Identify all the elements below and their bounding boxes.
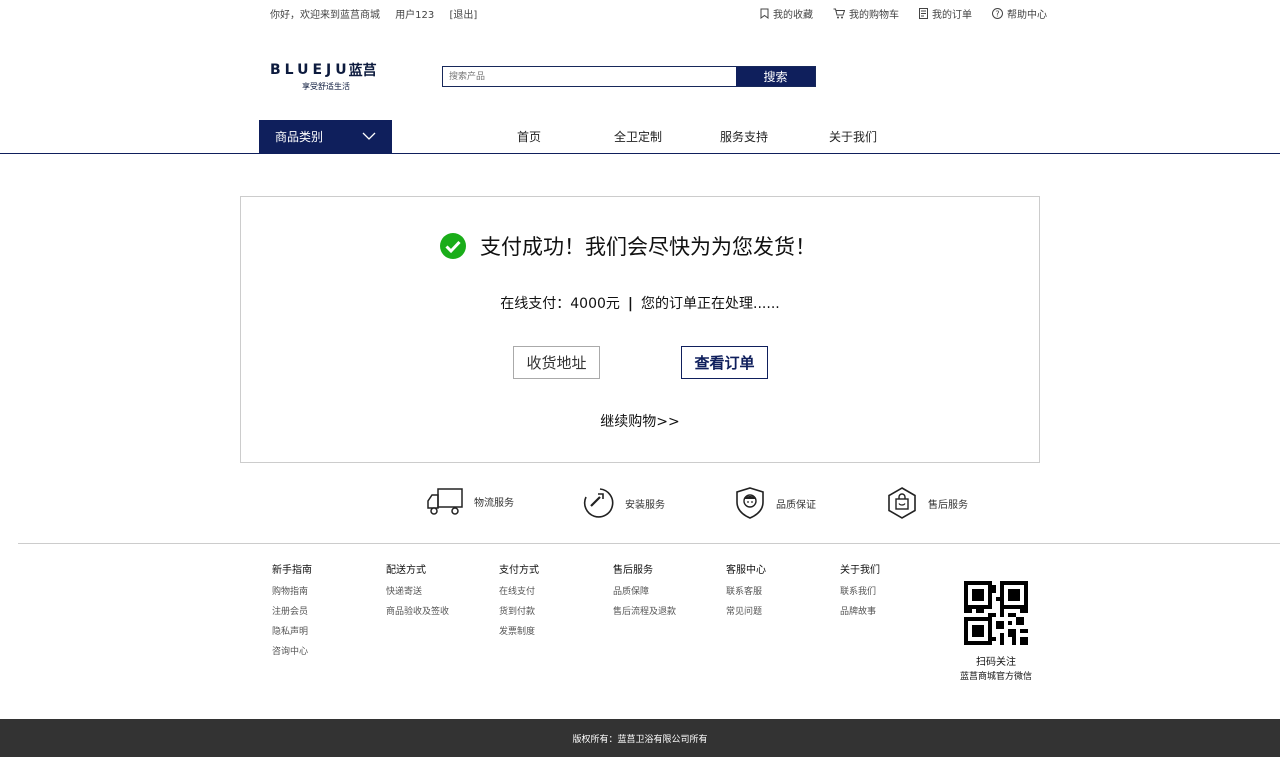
payment-separator: | xyxy=(627,296,634,312)
welcome-text: 你好，欢迎来到蓝莒商城 xyxy=(270,10,380,21)
footer-col-title: 新手指南 xyxy=(272,565,312,576)
service-label: 售后服务 xyxy=(928,499,968,511)
payment-info: 在线支付：4000元 | 您的订单正在处理...... xyxy=(241,293,1039,313)
footer-col-title: 配送方式 xyxy=(386,565,426,576)
footer-link[interactable]: 在线支付 xyxy=(499,582,539,602)
footer-link[interactable]: 商品验收及签收 xyxy=(386,602,449,622)
footer-link[interactable]: 隐私声明 xyxy=(272,622,312,642)
help-icon: ? xyxy=(992,8,1003,19)
search-input[interactable] xyxy=(443,67,736,86)
nav-service-support[interactable]: 服务支持 xyxy=(720,128,768,145)
footer-col-guide: 新手指南 购物指南 注册会员 隐私声明 咨询中心 xyxy=(272,561,312,662)
footer-link[interactable]: 联系客服 xyxy=(726,582,766,602)
qr-caption: 扫码关注 蓝莒商城官方微信 xyxy=(940,655,1052,685)
footer-link[interactable]: 注册会员 xyxy=(272,602,312,622)
footer-link[interactable]: 品质保障 xyxy=(613,582,676,602)
logo-brand-cn: 蓝莒 xyxy=(348,63,377,79)
service-label: 品质保证 xyxy=(776,499,816,511)
bookmark-icon xyxy=(760,8,769,19)
copyright-text: 版权所有：蓝莒卫浴有限公司所有 xyxy=(572,734,708,745)
shipping-address-button[interactable]: 收货地址 xyxy=(513,346,600,379)
footer-link[interactable]: 咨询中心 xyxy=(272,642,312,662)
nav-home[interactable]: 首页 xyxy=(517,128,541,145)
logo-brand-en: BLUEJU xyxy=(270,62,351,78)
shield-icon xyxy=(736,487,764,519)
footer-link[interactable]: 快递寄送 xyxy=(386,582,449,602)
view-order-button[interactable]: 查看订单 xyxy=(681,346,768,379)
check-circle-icon xyxy=(440,233,466,259)
footer-col-after-sales: 售后服务 品质保障 售后流程及退款 xyxy=(613,561,676,622)
success-title: 支付成功！我们会尽快为为您发货！ xyxy=(480,235,816,259)
payment-amount: 在线支付：4000元 xyxy=(500,296,620,312)
footer-link[interactable]: 品牌故事 xyxy=(840,602,880,622)
footer-link[interactable]: 常见问题 xyxy=(726,602,766,622)
order-status: 您的订单正在处理...... xyxy=(641,296,780,312)
footer-link[interactable]: 货到付款 xyxy=(499,602,539,622)
orders-label: 我的订单 xyxy=(932,10,972,21)
cart-link[interactable]: 我的购物车 xyxy=(833,6,899,21)
logout-link[interactable]: [退出] xyxy=(449,10,477,21)
continue-shopping-link[interactable]: 继续购物>> xyxy=(241,411,1039,431)
qr-title: 扫码关注 xyxy=(976,657,1016,668)
svg-text:?: ? xyxy=(995,9,999,18)
search-button[interactable]: 搜索 xyxy=(736,67,815,86)
service-label: 安装服务 xyxy=(625,499,665,511)
footer-col-customer-service: 客服中心 联系客服 常见问题 xyxy=(726,561,766,622)
nav-divider xyxy=(0,153,1280,154)
success-heading: 支付成功！我们会尽快为为您发货！ xyxy=(440,231,816,261)
footer-divider xyxy=(18,543,1280,544)
service-logistics: 物流服务 xyxy=(426,486,514,516)
footer-col-payment: 支付方式 在线支付 货到付款 发票制度 xyxy=(499,561,539,642)
help-link[interactable]: ? 帮助中心 xyxy=(992,6,1047,21)
top-links: 我的收藏 我的购物车 我的订单 ? 帮助中心 xyxy=(760,6,1047,21)
service-installation: 安装服务 xyxy=(580,486,665,520)
top-bar: 你好，欢迎来到蓝莒商城 用户123 [退出] xyxy=(270,6,489,21)
footer-link[interactable]: 购物指南 xyxy=(272,582,312,602)
cart-label: 我的购物车 xyxy=(849,10,899,21)
footer-col-title: 售后服务 xyxy=(613,565,653,576)
footer-col-title: 关于我们 xyxy=(840,565,880,576)
nav-custom-bathroom[interactable]: 全卫定制 xyxy=(614,128,662,145)
search-bar: 搜索 xyxy=(442,66,816,87)
footer-col-title: 支付方式 xyxy=(499,565,539,576)
bag-icon xyxy=(888,487,916,519)
wrench-icon xyxy=(583,488,614,518)
qr-code-icon xyxy=(964,581,1028,645)
chevron-down-icon xyxy=(362,132,376,140)
truck-icon xyxy=(427,488,463,515)
cart-icon xyxy=(833,8,845,19)
logo-slogan: 享受舒适生活 xyxy=(302,82,350,91)
logo-brand: BLUEJU 蓝莒 xyxy=(270,60,382,80)
service-after-sales: 售后服务 xyxy=(886,486,968,520)
favorites-link[interactable]: 我的收藏 xyxy=(760,6,813,21)
category-menu-button[interactable]: 商品类别 xyxy=(259,120,392,153)
orders-link[interactable]: 我的订单 xyxy=(919,6,972,21)
category-label: 商品类别 xyxy=(275,130,324,144)
username-link[interactable]: 用户123 xyxy=(395,10,434,21)
payment-success-panel: 支付成功！我们会尽快为为您发货！ 在线支付：4000元 | 您的订单正在处理....… xyxy=(240,196,1040,463)
copyright-bar: 版权所有：蓝莒卫浴有限公司所有 xyxy=(0,719,1280,757)
service-label: 物流服务 xyxy=(474,497,514,509)
help-label: 帮助中心 xyxy=(1007,10,1047,21)
favorites-label: 我的收藏 xyxy=(773,10,813,21)
footer-link[interactable]: 发票制度 xyxy=(499,622,539,642)
footer-col-title: 客服中心 xyxy=(726,565,766,576)
order-icon xyxy=(919,8,928,19)
footer-link[interactable]: 售后流程及退款 xyxy=(613,602,676,622)
service-quality: 品质保证 xyxy=(734,486,816,520)
footer-link[interactable]: 联系我们 xyxy=(840,582,880,602)
footer-col-delivery: 配送方式 快递寄送 商品验收及签收 xyxy=(386,561,449,622)
nav-about-us[interactable]: 关于我们 xyxy=(829,128,877,145)
footer-col-about: 关于我们 联系我们 品牌故事 xyxy=(840,561,880,622)
logo[interactable]: BLUEJU 蓝莒 享受舒适生活 xyxy=(270,60,382,92)
qr-subtitle: 蓝莒商城官方微信 xyxy=(959,672,1032,682)
